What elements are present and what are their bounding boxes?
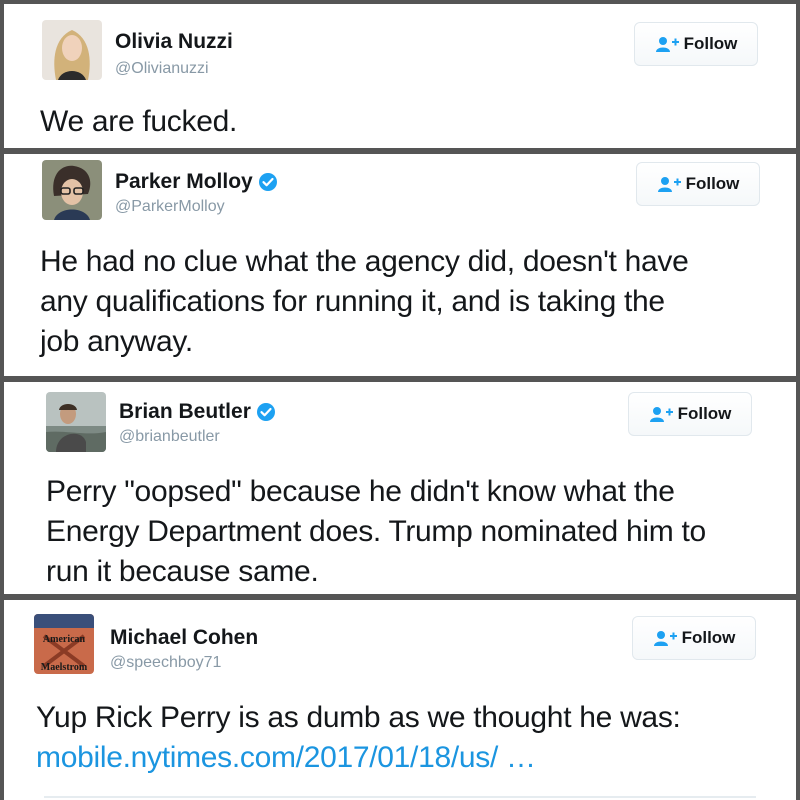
avatar[interactable] [46, 392, 106, 452]
tweet-card-parker: Parker Molloy @ParkerMolloy Follow He ha… [4, 154, 796, 376]
avatar[interactable] [42, 160, 102, 220]
tweet-card-michael: American Maelstrom Michael Cohen @speech… [4, 600, 796, 800]
user-handle[interactable]: @Olivianuzzi [115, 60, 209, 78]
tweet-text: Perry "oopsed" because he didn't know wh… [46, 472, 706, 592]
user-name[interactable]: Brian Beutler [119, 400, 276, 424]
tweet-card-olivia: Olivia Nuzzi @Olivianuzzi Follow We are … [4, 4, 796, 148]
verified-badge-icon [258, 173, 277, 191]
user-name-text[interactable]: Olivia Nuzzi [115, 30, 233, 54]
avatar[interactable]: American Maelstrom [34, 614, 94, 674]
avatar-logo-text: American [43, 634, 86, 645]
follow-label: Follow [683, 34, 738, 53]
tweet-line: any qualifications for running it, and i… [40, 285, 665, 318]
user-handle[interactable]: @ParkerMolloy [115, 198, 225, 216]
add-user-icon [653, 631, 677, 646]
user-name[interactable]: Parker Molloy [115, 170, 278, 194]
tweet-line: Perry "oopsed" because he didn't know wh… [46, 475, 675, 508]
follow-label: Follow [677, 404, 732, 423]
tweet-text: He had no clue what the agency did, does… [40, 242, 689, 362]
tweet-text: Yup Rick Perry is as dumb as we thought … [36, 698, 681, 778]
user-name-text[interactable]: Brian Beutler [119, 400, 251, 424]
tweet-line: He had no clue what the agency did, does… [40, 245, 689, 278]
tweet-card-brian: Brian Beutler @brianbeutler Follow Perry… [4, 382, 796, 594]
add-user-icon [657, 177, 681, 192]
avatar[interactable] [42, 20, 102, 80]
tweet-link[interactable]: mobile.nytimes.com/2017/01/18/us/ … [36, 738, 681, 778]
user-name-text[interactable]: Parker Molloy [115, 170, 253, 194]
tweet-line: We are fucked. [40, 105, 238, 138]
divider [44, 796, 756, 798]
user-name-text[interactable]: Michael Cohen [110, 626, 258, 650]
user-handle[interactable]: @speechboy71 [110, 654, 221, 672]
follow-button[interactable]: Follow [634, 22, 758, 66]
tweet-line: Energy Department does. Trump nominated … [46, 515, 706, 548]
user-name[interactable]: Michael Cohen [110, 626, 258, 650]
tweet-line: job anyway. [40, 325, 193, 358]
follow-button[interactable]: Follow [636, 162, 760, 206]
add-user-icon [655, 37, 679, 52]
tweet-line: Yup Rick Perry is as dumb as we thought … [36, 701, 681, 734]
follow-label: Follow [681, 628, 736, 647]
tweet-line: run it because same. [46, 555, 319, 588]
user-name[interactable]: Olivia Nuzzi [115, 30, 233, 54]
follow-label: Follow [685, 174, 740, 193]
user-handle[interactable]: @brianbeutler [119, 428, 220, 446]
verified-badge-icon [256, 403, 275, 421]
follow-button[interactable]: Follow [628, 392, 752, 436]
tweet-text: We are fucked. [40, 102, 237, 142]
add-user-icon [649, 407, 673, 422]
follow-button[interactable]: Follow [632, 616, 756, 660]
avatar-logo-text: Maelstrom [41, 662, 88, 673]
